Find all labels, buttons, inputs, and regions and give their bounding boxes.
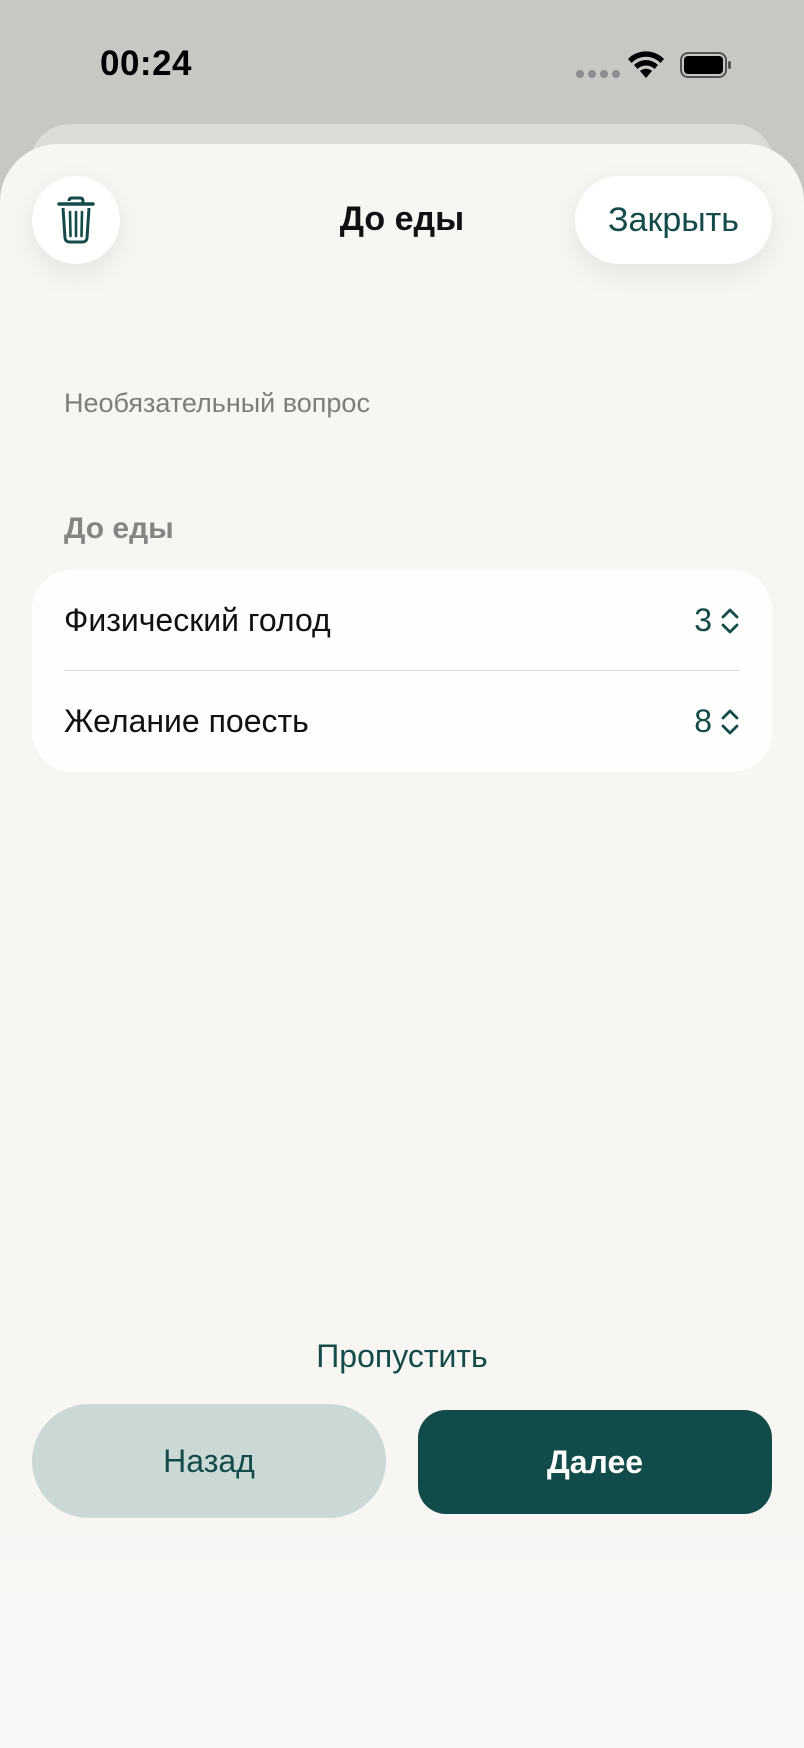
picker-value: 8 [694, 703, 712, 739]
value-picker[interactable]: 3 [694, 602, 740, 639]
section-header: До еды [64, 512, 174, 545]
row-label: Физический голод [64, 602, 331, 638]
optional-question-label: Необязательный вопрос [64, 388, 370, 418]
value-picker[interactable]: 8 [694, 703, 740, 740]
cellular-signal-icon [576, 70, 620, 78]
wifi-icon [628, 51, 664, 78]
ratings-card: Физический голод 3 Желание поесть 8 [32, 570, 772, 772]
picker-value: 3 [694, 602, 712, 638]
next-button[interactable]: Далее [418, 1410, 772, 1514]
status-bar: 00:24 [0, 0, 804, 130]
row-label: Желание поесть [64, 703, 309, 739]
chevron-up-down-icon [721, 709, 739, 734]
rating-row-desire-to-eat[interactable]: Желание поесть 8 [64, 671, 740, 772]
chevron-up-down-icon [721, 608, 739, 633]
battery-icon [680, 52, 731, 78]
rating-row-physical-hunger[interactable]: Физический голод 3 [64, 570, 740, 671]
back-button[interactable]: Назад [32, 1404, 386, 1518]
close-button[interactable]: Закрыть [575, 176, 772, 264]
skip-button[interactable]: Пропустить [0, 1338, 804, 1375]
status-time: 00:24 [100, 44, 193, 83]
